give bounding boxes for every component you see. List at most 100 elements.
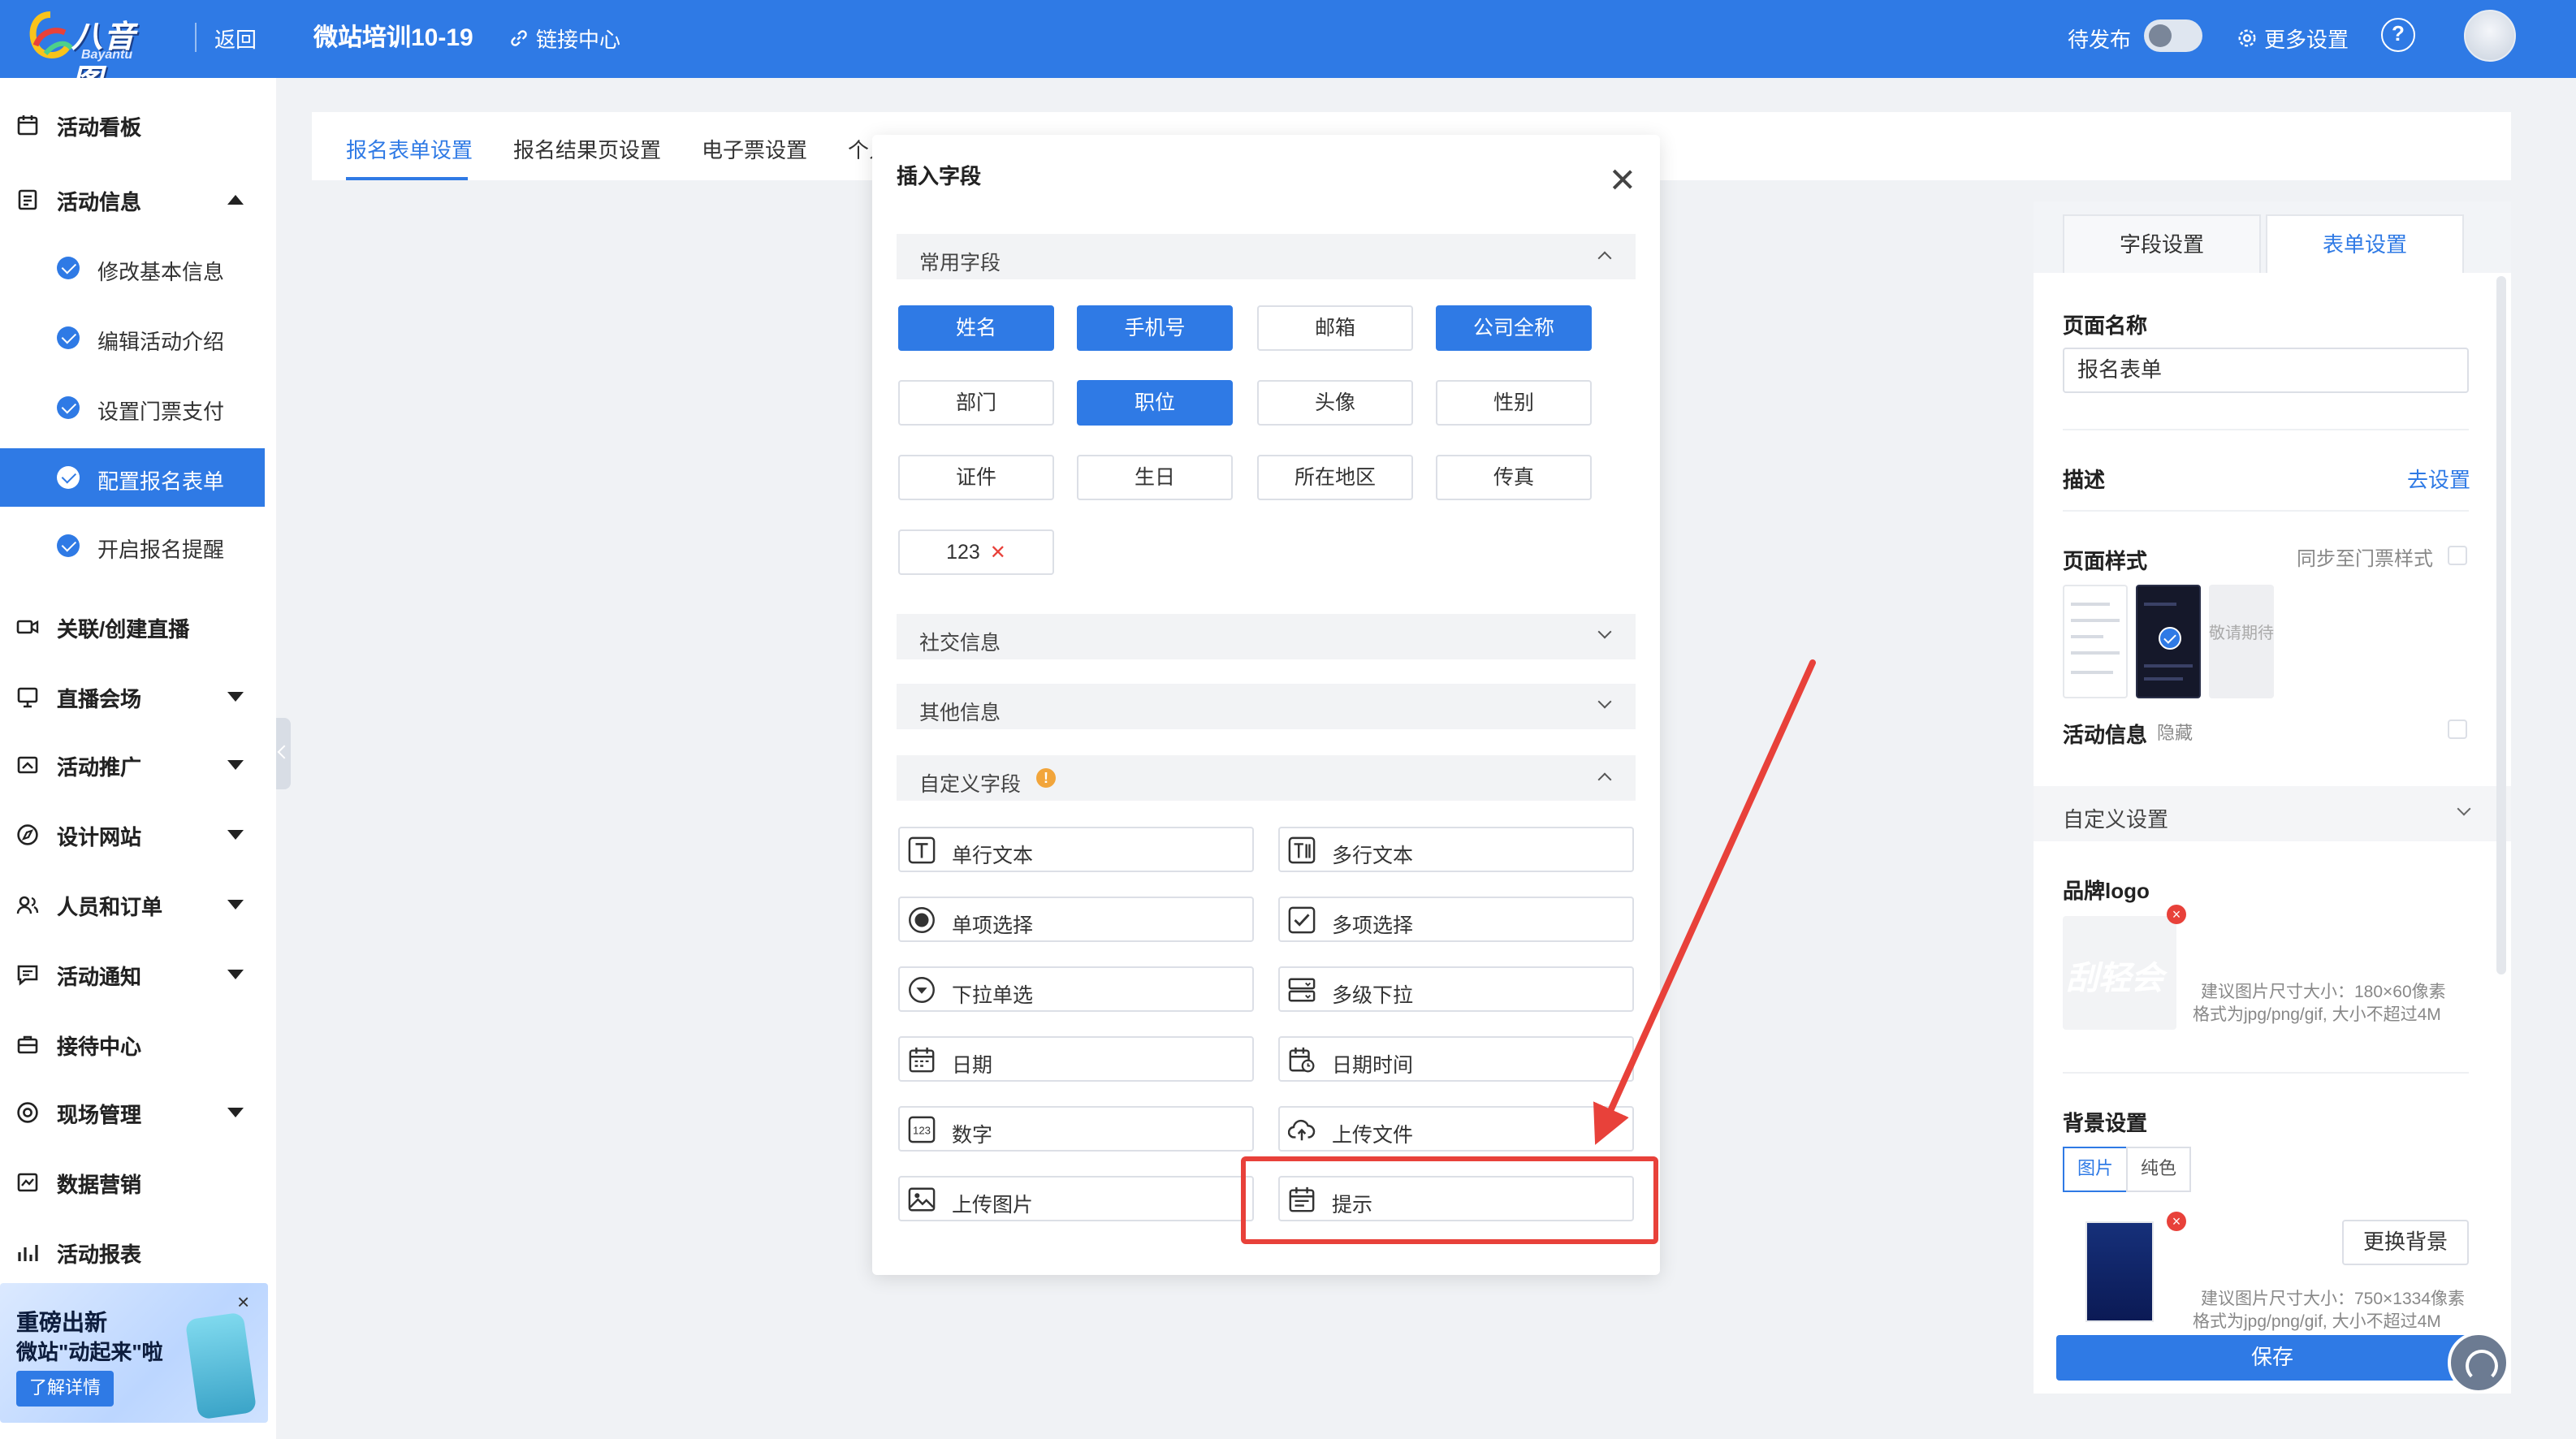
sidebar-sub-item-ticket-payment[interactable]: 设置门票支付 (0, 378, 265, 437)
custom-field-date[interactable]: 日期 (898, 1036, 1254, 1082)
tab-registration-form[interactable]: 报名表单设置 (346, 133, 473, 164)
activity-info-hide-checkbox[interactable] (2448, 720, 2467, 739)
custom-field-single-choice[interactable]: 单项选择 (898, 897, 1254, 942)
publish-toggle[interactable] (2144, 19, 2202, 52)
remove-icon[interactable]: ✕ (990, 541, 1006, 564)
activity-info-label: 活动信息 (2063, 723, 2148, 747)
sidebar-item-activity-info[interactable]: 活动信息 (0, 166, 276, 234)
field-chip-name[interactable]: 姓名 (898, 305, 1054, 351)
field-chip-email[interactable]: 邮箱 (1257, 305, 1413, 351)
tab-e-ticket[interactable]: 电子票设置 (702, 133, 807, 164)
panel-scrollbar[interactable] (2496, 276, 2506, 974)
calendar-icon (17, 115, 38, 136)
sidebar-item-reception[interactable]: 接待中心 (0, 1010, 276, 1078)
field-chip-avatar[interactable]: 头像 (1257, 380, 1413, 426)
custom-field-cascader[interactable]: 多级下拉 (1278, 966, 1634, 1012)
field-chip-custom-123[interactable]: 123 ✕ (898, 529, 1054, 575)
upload-cloud-icon (1288, 1119, 1316, 1141)
more-settings-button[interactable]: 更多设置 (2237, 23, 2349, 54)
promo-learn-more-button[interactable]: 了解详情 (16, 1371, 114, 1407)
sidebar-collapse-handle[interactable] (276, 718, 291, 789)
group-common-fields[interactable]: 常用字段 (897, 234, 1636, 279)
check-circle-icon (57, 326, 80, 349)
sidebar-sub-item-registration-form[interactable]: 配置报名表单 (0, 448, 265, 507)
check-circle-icon (57, 257, 80, 279)
field-chip-phone[interactable]: 手机号 (1077, 305, 1233, 351)
custom-field-dropdown[interactable]: 下拉单选 (898, 966, 1254, 1012)
custom-field-upload-image[interactable]: 上传图片 (898, 1176, 1254, 1221)
custom-field-single-line[interactable]: 单行文本 (898, 827, 1254, 872)
remove-logo-icon[interactable]: × (2167, 905, 2186, 924)
bg-option-solid[interactable]: 纯色 (2126, 1147, 2191, 1192)
page-name-input[interactable]: 报名表单 (2063, 348, 2469, 393)
bg-option-image[interactable]: 图片 (2063, 1147, 2128, 1192)
back-link[interactable]: 返回 (214, 23, 257, 54)
field-chip-gender[interactable]: 性别 (1436, 380, 1592, 426)
sidebar-item-promotion[interactable]: 活动推广 (0, 731, 276, 799)
sync-ticket-style-checkbox[interactable] (2448, 546, 2467, 565)
group-social-info[interactable]: 社交信息 (897, 614, 1636, 659)
style-thumbnail-light[interactable] (2063, 585, 2128, 698)
close-icon[interactable] (1606, 164, 1639, 197)
sidebar-item-onsite[interactable]: 现场管理 (0, 1078, 276, 1147)
close-icon[interactable]: × (237, 1290, 249, 1314)
brand-logo-preview[interactable]: 刮轻会 (2063, 916, 2176, 1030)
field-chip-department[interactable]: 部门 (898, 380, 1054, 426)
sidebar-item-reports[interactable]: 活动报表 (0, 1218, 276, 1286)
custom-field-multi-choice[interactable]: 多项选择 (1278, 897, 1634, 942)
group-other-info[interactable]: 其他信息 (897, 684, 1636, 729)
tab-result-page[interactable]: 报名结果页设置 (513, 133, 661, 164)
sidebar-sub-item-intro[interactable]: 编辑活动介绍 (0, 309, 265, 367)
sidebar-item-label: 直播会场 (57, 686, 142, 711)
mock-line (2071, 619, 2120, 622)
sidebar-item-data-marketing[interactable]: 数据营销 (0, 1148, 276, 1216)
sidebar-item-label: 设计网站 (57, 824, 142, 849)
group-custom-fields[interactable]: 自定义字段 ! (897, 755, 1636, 801)
custom-field-datetime[interactable]: 日期时间 (1278, 1036, 1634, 1082)
tab-field-settings[interactable]: 字段设置 (2063, 214, 2261, 273)
brand-logo[interactable]: 八音图 Bayantu (26, 10, 166, 99)
sidebar-item-people-orders[interactable]: 人员和订单 (0, 871, 276, 939)
field-chip-fax[interactable]: 传真 (1436, 455, 1592, 500)
custom-field-number[interactable]: 123 数字 (898, 1106, 1254, 1152)
sidebar-sub-item-reminder[interactable]: 开启报名提醒 (0, 516, 265, 575)
tab-form-settings[interactable]: 表单设置 (2266, 214, 2464, 273)
group-title: 常用字段 (919, 252, 1001, 274)
background-preview[interactable] (2085, 1221, 2154, 1322)
publish-status: 待发布 (2068, 28, 2132, 52)
chevron-down-icon (227, 692, 244, 702)
group-title: 自定义字段 (919, 773, 1022, 796)
logo-subtext: Bayantu (81, 47, 133, 62)
info-icon[interactable]: ! (1036, 768, 1056, 788)
promo-banner[interactable]: 重磅出新 微站"动起来"啦 了解详情 × (0, 1283, 268, 1423)
custom-field-multi-line[interactable]: 多行文本 (1278, 827, 1634, 872)
sidebar-item-label: 活动看板 (57, 115, 142, 139)
sidebar-sub-item-basic-info[interactable]: 修改基本信息 (0, 239, 265, 297)
custom-settings-collapse[interactable]: 自定义设置 (2034, 786, 2511, 841)
remove-background-icon[interactable]: × (2167, 1212, 2186, 1231)
sidebar-item-dashboard[interactable]: 活动看板 (0, 91, 276, 159)
description-settings-link[interactable]: 去设置 (2407, 463, 2470, 494)
page-name-label: 页面名称 (2063, 313, 2148, 338)
link-center-button[interactable]: 链接中心 (508, 23, 620, 54)
field-chip-birthday[interactable]: 生日 (1077, 455, 1233, 500)
chevron-up-icon (1597, 772, 1612, 787)
field-chip-id[interactable]: 证件 (898, 455, 1054, 500)
change-background-button[interactable]: 更换背景 (2342, 1220, 2469, 1265)
customer-service-icon[interactable] (2448, 1332, 2509, 1394)
check-circle-icon (57, 534, 80, 557)
chevron-down-icon (1597, 624, 1612, 639)
custom-field-upload-file[interactable]: 上传文件 (1278, 1106, 1634, 1152)
project-title: 微站培训10-19 (313, 24, 473, 52)
user-avatar[interactable] (2464, 10, 2516, 62)
help-icon[interactable]: ? (2381, 18, 2415, 52)
save-button[interactable]: 保存 (2056, 1335, 2488, 1381)
field-chip-company[interactable]: 公司全称 (1436, 305, 1592, 351)
field-chip-position[interactable]: 职位 (1077, 380, 1233, 426)
field-chip-region[interactable]: 所在地区 (1257, 455, 1413, 500)
sidebar-item-live[interactable]: 关联/创建直播 (0, 593, 276, 661)
sidebar-item-design-site[interactable]: 设计网站 (0, 801, 276, 869)
page-style-label: 页面样式 (2063, 549, 2148, 573)
sidebar-item-live-venue[interactable]: 直播会场 (0, 663, 276, 731)
sidebar-item-notifications[interactable]: 活动通知 (0, 940, 276, 1009)
